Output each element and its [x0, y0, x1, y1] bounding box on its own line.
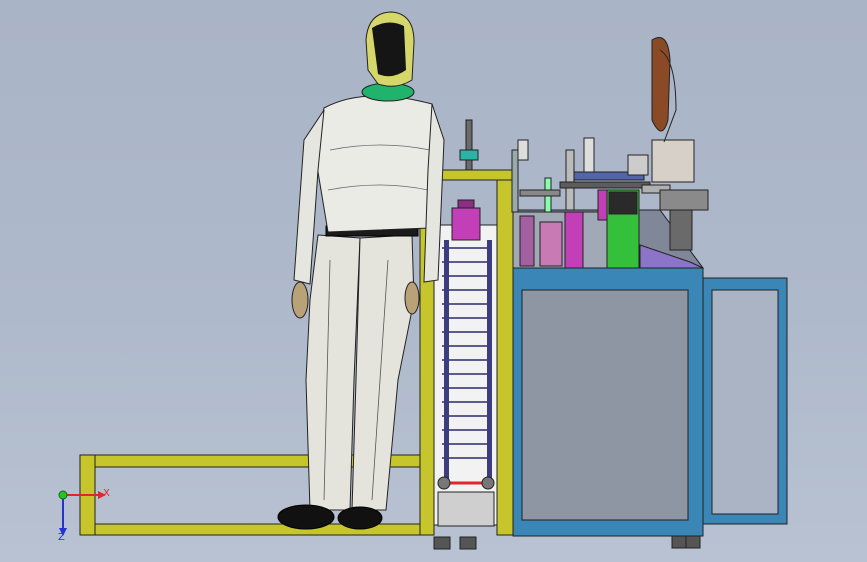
triad-x-label: X	[103, 488, 110, 499]
main-cabinet[interactable]	[512, 267, 704, 549]
human-scale-mannequin[interactable]	[277, 11, 445, 530]
upper-machine-deck[interactable]	[511, 37, 709, 269]
triad-z-label: Z	[58, 532, 65, 543]
cad-viewport[interactable]: X Z	[0, 0, 867, 562]
assembly-model-view[interactable]: X Z	[0, 0, 867, 562]
